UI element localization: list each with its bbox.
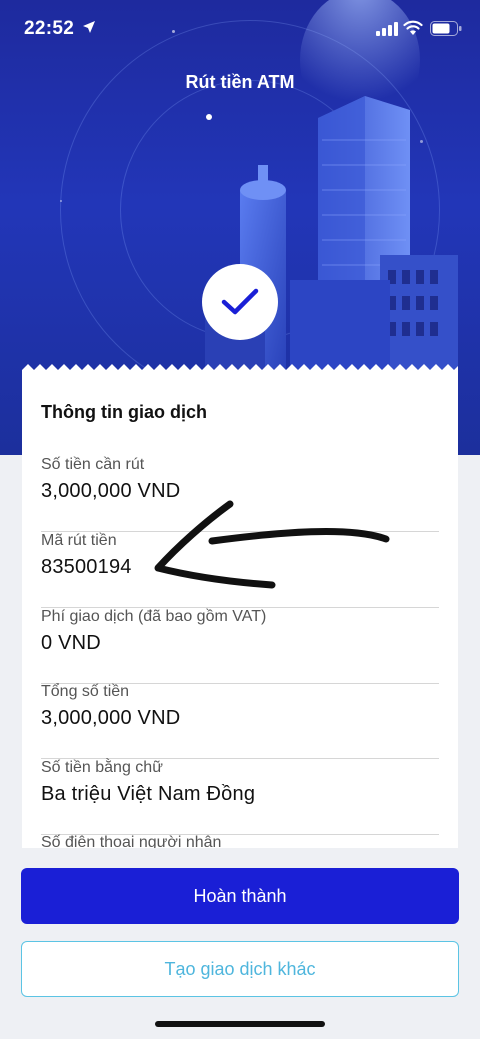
- checkmark-icon: [221, 288, 259, 315]
- row-label: Số tiền bằng chữ: [41, 759, 163, 776]
- row-label: Số tiền cần rút: [41, 456, 145, 473]
- row-total: Tổng số tiền 3,000,000 VND: [41, 683, 439, 759]
- row-label: Tổng số tiền: [41, 683, 130, 700]
- status-time: 22:52: [24, 18, 75, 39]
- cellular-signal-icon: [376, 22, 398, 36]
- card-title: Thông tin giao dịch: [41, 402, 207, 422]
- new-transaction-button[interactable]: Tạo giao dịch khác: [21, 941, 459, 997]
- row-label: Số điện thoại người nhận: [41, 834, 222, 848]
- wifi-icon: [403, 20, 423, 35]
- success-badge: [202, 264, 278, 340]
- row-recipient-phone: Số điện thoại người nhận: [41, 834, 439, 848]
- page-title: Rút tiền ATM: [185, 72, 295, 92]
- row-fee: Phí giao dịch (đã bao gồm VAT) 0 VND: [41, 608, 439, 684]
- row-amount-in-words: Số tiền bằng chữ Ba triệu Việt Nam Đồng: [41, 759, 439, 835]
- row-value: 0 VND: [41, 632, 101, 654]
- complete-button[interactable]: Hoàn thành: [21, 868, 459, 924]
- location-arrow-icon: [83, 21, 95, 33]
- status-bar: 22:52: [0, 0, 480, 56]
- row-label: Phí giao dịch (đã bao gồm VAT): [41, 608, 267, 625]
- hand-drawn-arrow: [154, 500, 390, 589]
- row-value: 3,000,000 VND: [41, 707, 181, 729]
- transaction-info-card: Thông tin giao dịch Số tiền cần rút 3,00…: [22, 372, 458, 848]
- home-indicator[interactable]: [155, 1021, 325, 1027]
- battery-icon: [430, 21, 462, 36]
- row-value: Ba triệu Việt Nam Đồng: [41, 783, 256, 805]
